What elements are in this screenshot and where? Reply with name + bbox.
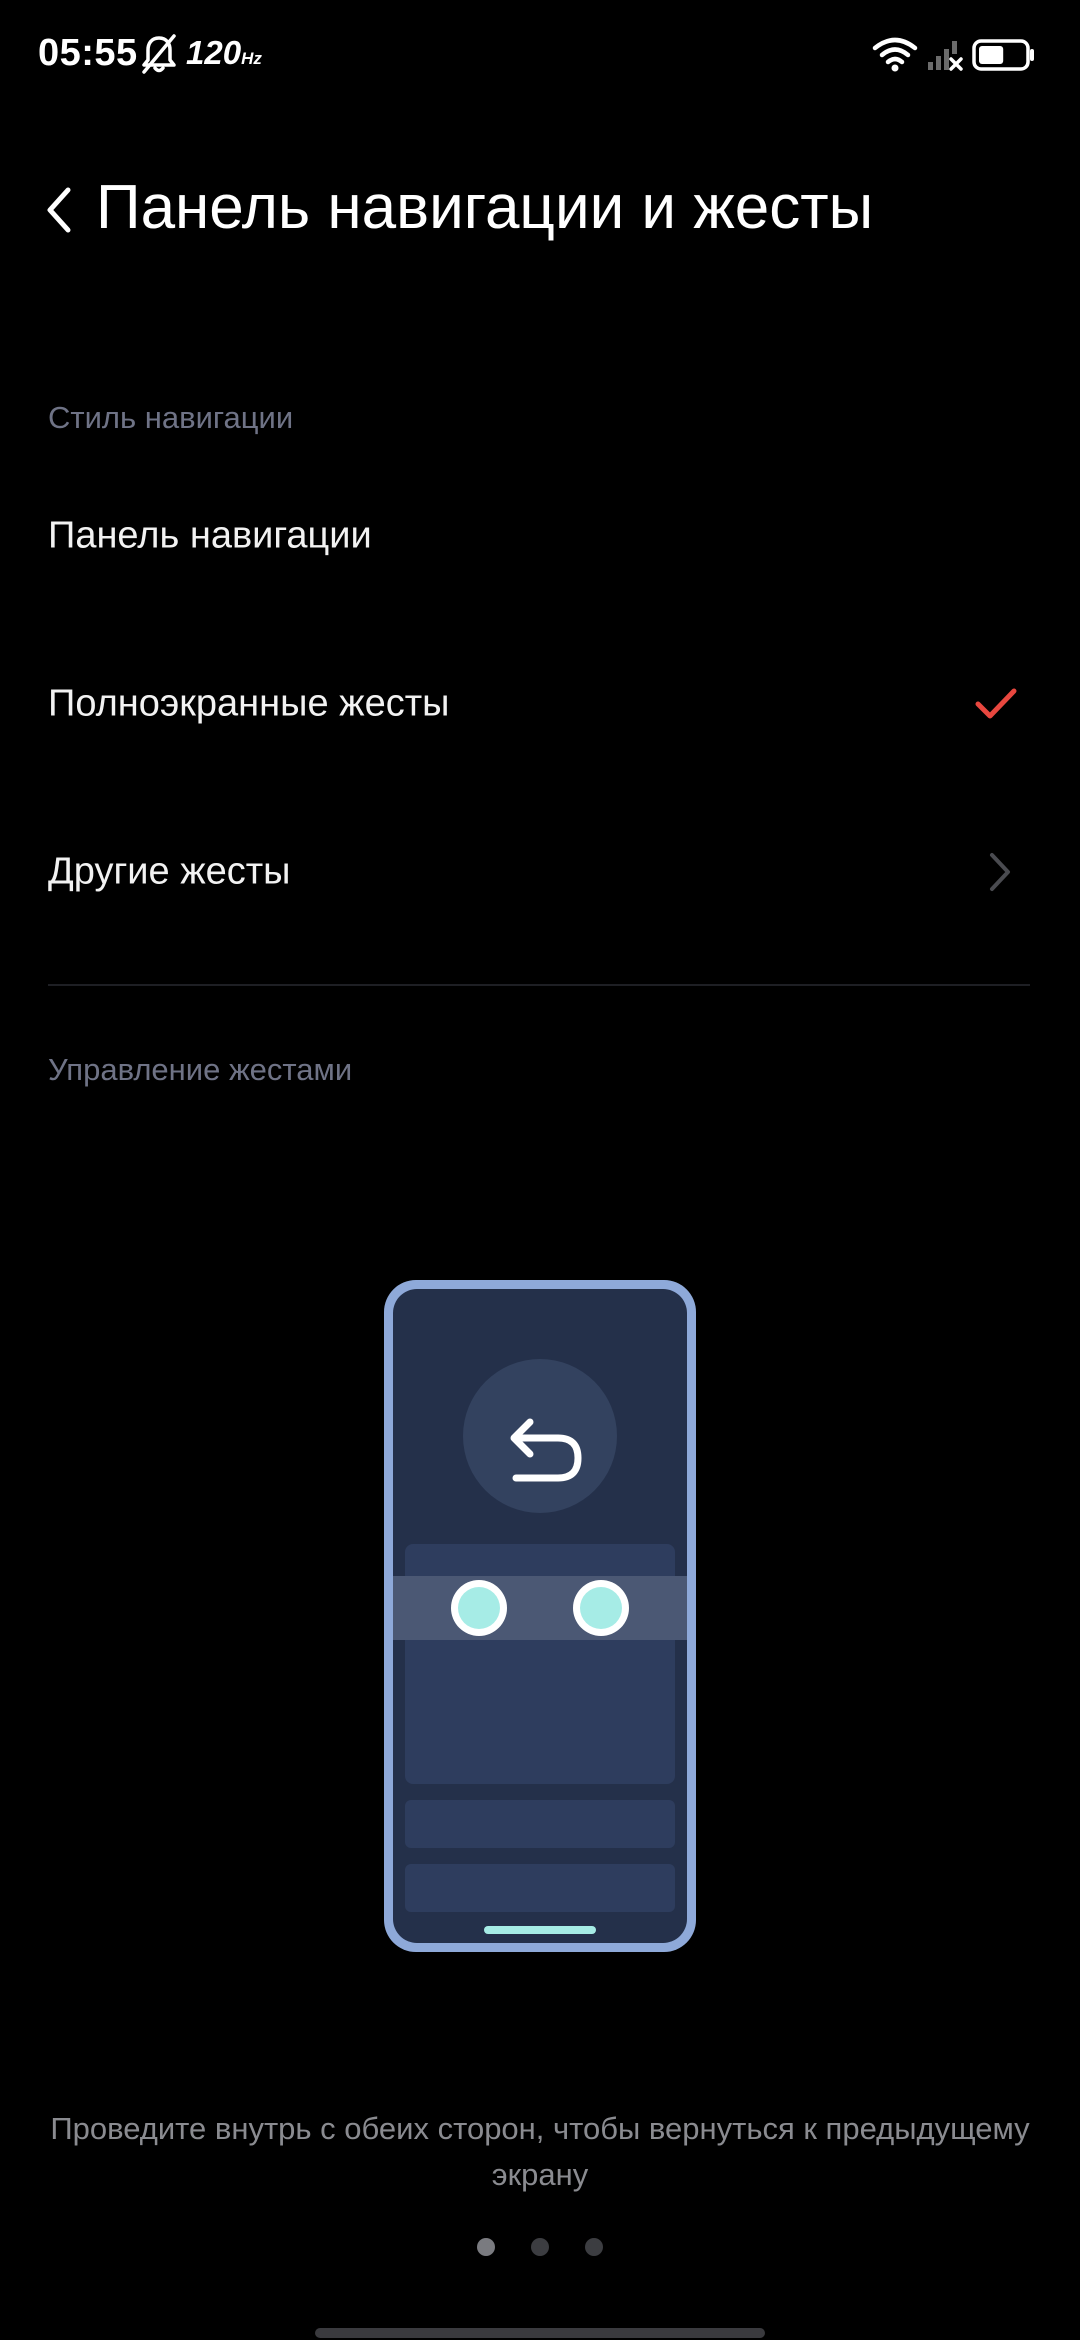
back-button[interactable] [40, 182, 80, 238]
page-dot-1[interactable] [477, 2238, 495, 2256]
list-row [405, 1864, 675, 1912]
pagination-dots [0, 2238, 1080, 2258]
page-dot-2[interactable] [531, 2238, 549, 2256]
list-row [405, 1800, 675, 1848]
gesture-highlight-band [393, 1576, 687, 1640]
divider [48, 984, 1030, 986]
status-time: 05:55 [38, 32, 138, 74]
gesture-illustration [384, 1280, 696, 1952]
gesture-caption: Проведите внутрь с обеих сторон, чтобы в… [50, 2111, 1030, 2192]
header: Панель навигации и жесты [0, 160, 1080, 260]
chevron-right-icon [990, 853, 1010, 891]
section-label-gesture-control: Управление жестами [48, 1052, 353, 1087]
option-label: Полноэкранные жесты [48, 682, 450, 725]
status-bar: 05:55 120Hz [0, 0, 1080, 110]
check-icon [975, 688, 1017, 719]
option-other-gestures[interactable]: Другие жесты [0, 797, 1080, 947]
refresh-rate-indicator: 120Hz [186, 34, 262, 71]
option-label: Панель навигации [48, 514, 372, 557]
wifi-icon [872, 37, 918, 72]
bell-off-icon [142, 34, 176, 74]
option-navigation-bar[interactable]: Панель навигации [0, 461, 1080, 611]
section-label-navigation-style: Стиль навигации [48, 400, 294, 435]
page-dot-3[interactable] [585, 2238, 603, 2256]
option-fullscreen-gestures[interactable]: Полноэкранные жесты [0, 629, 1080, 779]
page-title: Панель навигации и жесты [96, 173, 874, 242]
battery-icon [972, 39, 1034, 71]
signal-no-service-icon [928, 41, 963, 71]
home-indicator[interactable] [315, 2328, 765, 2338]
home-bar [484, 1926, 596, 1934]
option-label: Другие жесты [48, 850, 291, 893]
